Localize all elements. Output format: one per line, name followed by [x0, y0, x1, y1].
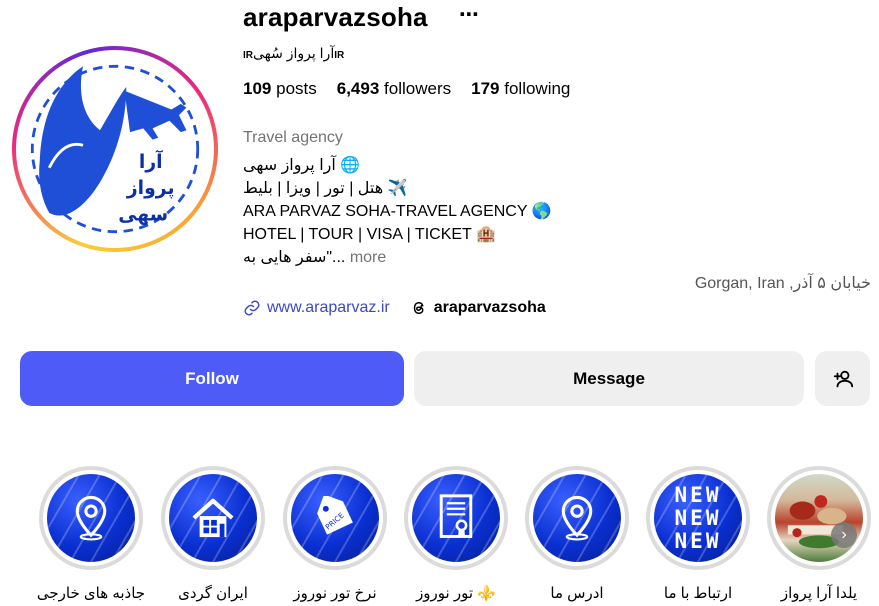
- ara-parvaz-logo: آرا پرواز سهی: [21, 55, 209, 243]
- ir-badge-right: IR: [334, 50, 345, 61]
- profile-stats: 109 posts 6,493 followers 179 following: [243, 79, 570, 99]
- bio-line: HOTEL | TOUR | VISA | TICKET 🏨: [243, 226, 496, 243]
- story-highlight[interactable]: جاذبه های خارجی: [37, 466, 145, 602]
- logo-text-line2: پرواز: [126, 178, 175, 199]
- threads-link[interactable]: araparvazsoha: [410, 299, 546, 317]
- story-highlight[interactable]: تور نوروز ⚜️: [404, 466, 508, 602]
- threads-handle: araparvazsoha: [433, 299, 546, 316]
- posts-count: 109: [243, 79, 272, 98]
- profile-username: araparvazsoha: [243, 2, 428, 32]
- bio-line: هتل | تور | ویزا | بلیط ✈️: [243, 180, 408, 197]
- house-icon: [192, 498, 234, 538]
- yalda-photo: [787, 495, 847, 549]
- website-text: www.araparvaz.ir: [267, 299, 390, 316]
- bio-line: آرا پرواز سهی 🌐: [243, 157, 361, 174]
- logo-text-line1: آرا: [139, 149, 163, 173]
- map-pin-icon: [75, 495, 107, 541]
- followers-count: 6,493: [336, 79, 380, 98]
- posts-label: posts: [276, 79, 317, 98]
- follow-button[interactable]: Follow: [20, 351, 404, 406]
- certificate-icon: [439, 494, 473, 539]
- suggest-users-button[interactable]: [815, 351, 870, 406]
- story-highlight[interactable]: NEW NEW NEW ارتباط با ما: [646, 466, 750, 602]
- profile-avatar[interactable]: آرا پرواز سهی: [12, 46, 218, 252]
- message-button[interactable]: Message: [414, 351, 804, 406]
- story-highlight[interactable]: یلدا آرا پرواز: [767, 466, 871, 602]
- profile-category: Travel agency: [243, 129, 343, 146]
- followers-label: followers: [384, 79, 452, 98]
- story-highlight[interactable]: ایران گردی: [161, 466, 265, 602]
- following-count: 179: [471, 79, 500, 98]
- chevron-right-icon[interactable]: ›: [831, 522, 857, 548]
- bio-line-truncated: سفر هایی به"... more: [243, 246, 552, 269]
- threads-icon: [413, 301, 424, 315]
- story-highlight[interactable]: ادرس ما: [525, 466, 629, 602]
- bio-more-link[interactable]: more: [350, 249, 386, 266]
- map-pin-icon: [561, 495, 593, 541]
- price-tag-icon: PRICE: [317, 496, 353, 535]
- profile-links: www.araparvaz.ir araparvazsoha: [243, 299, 546, 317]
- highlight-label: یلدا آرا پرواز: [780, 585, 858, 602]
- highlight-photo: [775, 474, 863, 562]
- new-graphic: NEW NEW NEW: [674, 482, 722, 553]
- profile-bio: آرا پرواز سهی 🌐 هتل | تور | ویزا | بلیط …: [243, 154, 552, 269]
- ir-badge-left: IR: [243, 50, 253, 61]
- logo-text-line3: سهی: [118, 204, 168, 225]
- followers-stat[interactable]: 6,493 followers: [337, 79, 451, 99]
- profile-display-name: IRآرا پرواز سُهیIR: [243, 45, 344, 62]
- profile-address: Gorgan, Iran ,خیابان ۵ آذر: [694, 275, 871, 292]
- add-user-icon: [833, 370, 853, 387]
- following-stat[interactable]: 179 following: [471, 79, 570, 99]
- posts-stat[interactable]: 109 posts: [243, 79, 317, 99]
- following-label: following: [504, 79, 571, 98]
- bio-line: ARA PARVAZ SOHA-TRAVEL AGENCY 🌎: [243, 203, 552, 220]
- display-name-text: آرا پرواز سُهی: [253, 45, 335, 61]
- more-options-icon[interactable]: ⋯: [459, 2, 480, 27]
- link-icon: [244, 300, 260, 316]
- story-highlight[interactable]: PRICE نرخ تور نوروز: [283, 466, 387, 602]
- bio-line: سفر هایی به"...: [243, 249, 346, 266]
- website-link[interactable]: www.araparvaz.ir: [243, 299, 390, 317]
